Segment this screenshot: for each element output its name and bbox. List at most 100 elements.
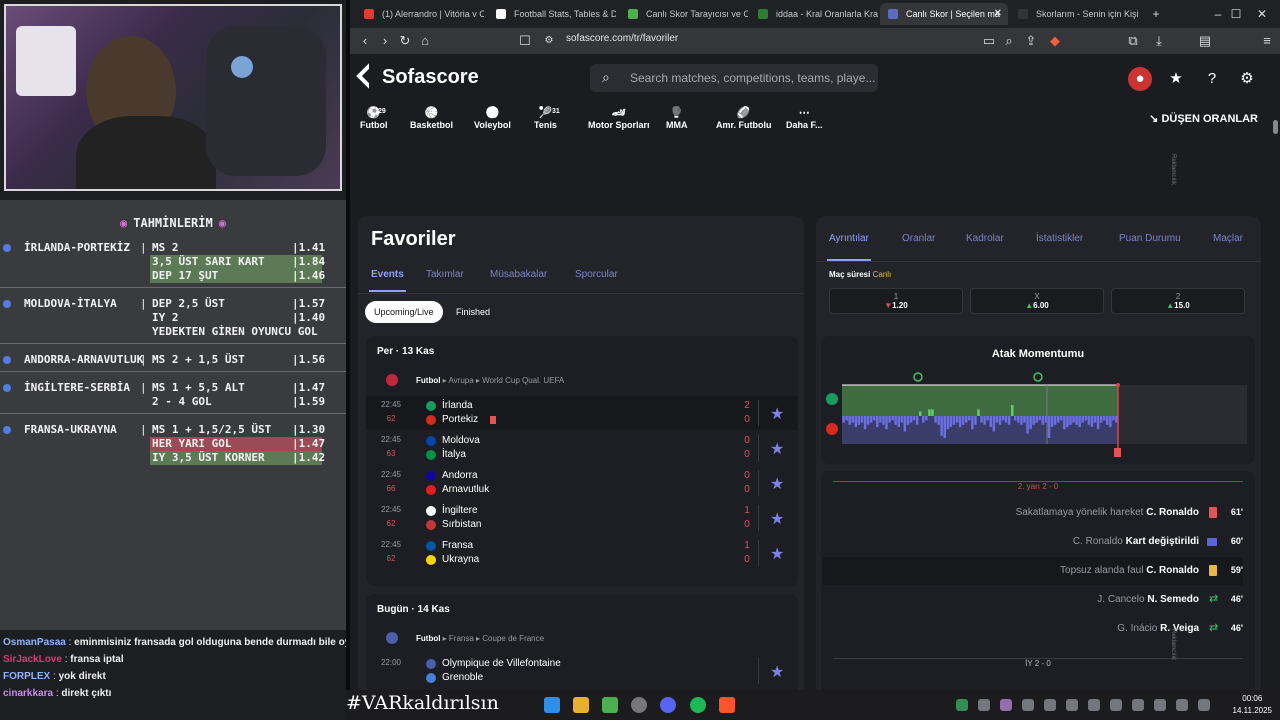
match-row[interactable]: 22:45 66 Andorra Arnavutluk 0 0 ★ — [366, 466, 798, 500]
brave-shield-icon[interactable]: ◆ — [1046, 32, 1064, 50]
incident-row[interactable]: C. Ronaldo Kart değiştirildi 60' — [823, 528, 1243, 556]
sport-tab[interactable]: 🏀 14 Basketbol — [410, 106, 453, 130]
home-icon[interactable]: ⌂ — [416, 32, 434, 50]
tray-icon[interactable] — [1022, 699, 1034, 711]
zoom-icon[interactable]: ⌕ — [1000, 32, 1018, 50]
brave-icon[interactable] — [719, 697, 735, 713]
favorites-tab[interactable]: Sporcular — [575, 269, 618, 280]
browser-tab[interactable]: Football Stats, Tables & Dat — [488, 3, 616, 25]
new-tab-button[interactable]: + — [1136, 0, 1176, 28]
match-row[interactable]: 22:45 63 Moldova İtalya 0 0 ★ — [366, 431, 798, 465]
favorites-tab[interactable]: Takımlar — [426, 269, 464, 280]
help-icon[interactable]: ? — [1200, 67, 1224, 91]
momentum-chart — [826, 372, 1247, 457]
favorite-star-icon[interactable]: ★ — [770, 544, 784, 564]
forward-icon[interactable]: › — [376, 32, 394, 50]
chat-username[interactable]: cinarkkara — [3, 688, 53, 699]
incident-row[interactable]: G. Inácio R. Veiga ⇄ 46' — [823, 615, 1243, 643]
share-icon[interactable]: ⇪ — [1022, 32, 1040, 50]
dropping-odds-link[interactable]: ↘ DÜŞEN ORANLAR — [1149, 112, 1258, 125]
wifi-icon[interactable] — [1176, 699, 1188, 711]
windows-start-icon[interactable] — [544, 697, 560, 713]
competition-path[interactable]: Futbol ▸ Avrupa ▸ World Cup Qual. UEFA — [416, 376, 564, 385]
detail-tab[interactable]: İstatistikler — [1036, 233, 1083, 244]
spotify-icon[interactable] — [690, 697, 706, 713]
browser-tab[interactable]: iddaa - Kral Oranlarla Krallar — [750, 3, 878, 25]
tray-icon[interactable] — [1000, 699, 1012, 711]
file-explorer-icon[interactable] — [573, 697, 589, 713]
match-row[interactable]: 22:45 62 İngiltere Sırbistan 1 0 ★ — [366, 501, 798, 535]
tray-icon[interactable] — [1088, 699, 1100, 711]
detail-tab[interactable]: Oranlar — [902, 233, 935, 244]
detail-tab[interactable]: Puan Durumu — [1119, 233, 1181, 244]
close-window-button[interactable]: ✕ — [1242, 0, 1280, 28]
reload-icon[interactable]: ↻ — [396, 32, 414, 50]
detail-tab[interactable]: Ayrıntılar — [827, 233, 871, 261]
browser-tab[interactable]: (1) Alerrandro | Vitória v Cru — [356, 3, 484, 25]
match-row[interactable]: 22:45 62 İrlanda Portekiz 2 0 ★ — [366, 396, 798, 430]
settings-gear-icon[interactable]: ⚙ — [1235, 67, 1259, 91]
system-clock[interactable]: 00:06 14.11.2025 — [1233, 693, 1272, 717]
match-row[interactable]: 22:00 Olympique de Villefontaine Grenoble ★ — [366, 654, 798, 688]
app-icon[interactable] — [602, 697, 618, 713]
prediction-row: İNGİLTERE-SERBİA | MS 1 + 5,5 ALT |1.47 — [0, 381, 346, 395]
tray-icon[interactable] — [978, 699, 990, 711]
back-icon[interactable]: ‹ — [356, 32, 374, 50]
bookmark-icon[interactable]: ☐ — [516, 32, 534, 50]
volume-icon[interactable] — [1198, 699, 1210, 711]
favorite-star-icon[interactable]: ★ — [770, 509, 784, 529]
sport-tab[interactable]: 🎾 31 Tenis — [534, 106, 560, 130]
tray-icon[interactable] — [1044, 699, 1056, 711]
discord-icon[interactable] — [660, 697, 676, 713]
odds-button[interactable]: 1 ▼1.20 — [829, 288, 963, 314]
site-info-icon[interactable]: ⚙ — [540, 32, 558, 50]
obs-icon[interactable] — [631, 697, 647, 713]
chat-username[interactable]: FORPLEX — [3, 671, 50, 682]
sport-tab[interactable]: 🏈 Amr. Futbolu — [716, 106, 772, 130]
favorite-star-icon[interactable]: ★ — [770, 439, 784, 459]
upcoming-live-pill[interactable]: Upcoming/Live — [365, 301, 443, 323]
detail-tab[interactable]: Maçlar — [1213, 233, 1243, 244]
match-row[interactable]: 22:45 62 Fransa Ukrayna 1 0 ★ — [366, 536, 798, 570]
avatar[interactable]: ● — [1128, 67, 1152, 91]
tray-icon[interactable] — [1154, 699, 1166, 711]
tray-icon[interactable] — [1110, 699, 1122, 711]
favorite-star-icon[interactable]: ★ — [770, 404, 784, 424]
favorite-star-icon[interactable]: ★ — [770, 662, 784, 682]
favorites-tab[interactable]: Müsabakalar — [490, 269, 547, 280]
incident-row[interactable]: Sakatlamaya yönelik hareket C. Ronaldo 61… — [823, 499, 1243, 527]
odds-button[interactable]: X ▲6.00 — [970, 288, 1104, 314]
wallet-icon[interactable]: ▤ — [1196, 32, 1214, 50]
favorites-tab[interactable]: Events — [369, 269, 406, 292]
menu-icon[interactable]: ≡ — [1258, 32, 1276, 50]
sport-tab[interactable]: 🏐 3 Voleybol — [474, 106, 511, 130]
incident-row[interactable]: Topsuz alanda faul C. Ronaldo 59' — [823, 557, 1243, 585]
competition-path[interactable]: Futbol ▸ Fransa ▸ Coupe de France — [416, 634, 544, 643]
chat-username[interactable]: OsmanPasaa — [3, 637, 66, 648]
incident-row[interactable]: J. Cancelo N. Semedo ⇄ 46' — [823, 586, 1243, 614]
sport-tab[interactable]: 🥊 MMA — [666, 106, 688, 130]
favorite-star-icon[interactable]: ★ — [770, 474, 784, 494]
detail-tab[interactable]: Kadrolar — [966, 233, 1004, 244]
tray-icon[interactable] — [1132, 699, 1144, 711]
tray-icon[interactable] — [1066, 699, 1078, 711]
browser-tab[interactable]: Canlı Skor Tarayıcısı ve Canlı — [620, 3, 748, 25]
chat-username[interactable]: SirJackLove — [3, 654, 62, 665]
sport-tab[interactable]: 🏎 Motor Sporları — [588, 106, 650, 130]
download-icon[interactable]: ⤓ — [1150, 32, 1168, 50]
browser-tab[interactable]: Skorlarım - Senin için Kişise — [1010, 3, 1138, 25]
sofascore-logo[interactable]: Sofascore — [356, 63, 479, 89]
browser-tab[interactable]: Canlı Skor | Seçilen ma ✕ — [880, 3, 1008, 25]
sport-tab[interactable]: ⚽ 29 Futbol — [360, 106, 388, 130]
url-field[interactable]: sofascore.com/tr/favoriler — [566, 33, 678, 44]
search-input[interactable]: ⌕ Search matches, competitions, teams, p… — [590, 64, 878, 92]
tray-icon[interactable] — [956, 699, 968, 711]
favorites-star-icon[interactable]: ★ — [1164, 67, 1188, 91]
extensions-icon[interactable]: ⧉ — [1124, 32, 1142, 50]
cast-icon[interactable]: ▭ — [980, 32, 998, 50]
odds-button[interactable]: 2 ▲15.0 — [1111, 288, 1245, 314]
finished-pill[interactable]: Finished — [447, 301, 499, 323]
page-scrollbar[interactable] — [1273, 120, 1278, 134]
tab-close-icon[interactable]: ✕ — [994, 3, 1002, 25]
sport-tab[interactable]: ⋯ Daha F... — [786, 106, 823, 130]
